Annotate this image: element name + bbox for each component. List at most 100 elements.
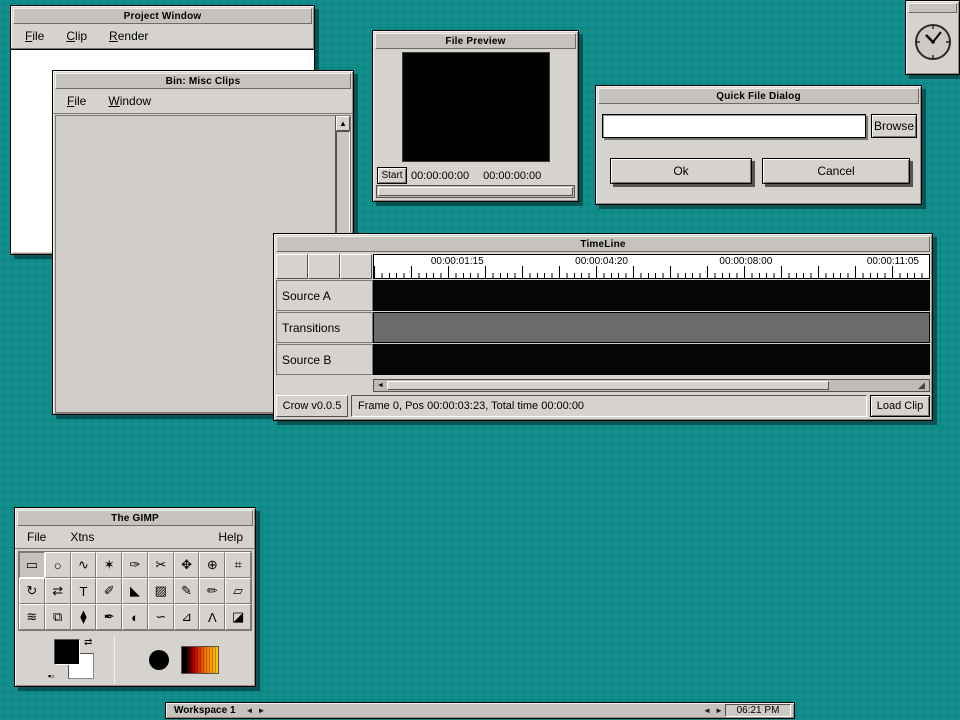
project-window-title: Project Window [124, 11, 202, 22]
transform-tool-icon[interactable]: ↻ [19, 578, 45, 604]
ok-button[interactable]: Ok [610, 158, 752, 184]
clock-next-icon[interactable]: ► [713, 706, 725, 715]
bin-window-titlebar[interactable]: Bin: Misc Clips [55, 73, 351, 89]
file-preview-window: File Preview Start 00:00:00:00 00:00:00:… [372, 30, 579, 202]
start-button[interactable]: Start [377, 167, 407, 184]
zoom-tool-icon[interactable]: ⊕ [199, 552, 225, 578]
measure-tool-icon[interactable]: ⊿ [174, 604, 200, 630]
bin-window-title: Bin: Misc Clips [166, 76, 241, 87]
preview-out-time: 00:00:00:00 [483, 170, 541, 182]
file-preview-title: File Preview [445, 36, 505, 47]
preview-seek-scrollbar[interactable] [376, 185, 575, 198]
clock-window [905, 0, 960, 75]
analog-clock-icon [906, 13, 959, 71]
timeline-scroll-row: ◄ ◢ [276, 379, 930, 392]
browse-button[interactable]: Browse [871, 114, 917, 138]
dodge-burn-tool-icon[interactable]: ◐ [122, 604, 148, 630]
workspace-prev-icon[interactable]: ◄ [244, 706, 256, 715]
project-menu-file[interactable]: File [25, 29, 44, 43]
quick-file-dialog-title: Quick File Dialog [716, 91, 801, 102]
timeline-title: TimeLine [580, 239, 625, 250]
active-gradient-swatch[interactable] [181, 646, 219, 674]
color-swatch-area: ⇄ ▪▫ [18, 635, 114, 685]
clock-prev-icon[interactable]: ◄ [701, 706, 713, 715]
track-row-transitions: Transitions [276, 312, 930, 343]
default-colors-icon[interactable]: ▪▫ [48, 671, 54, 681]
gimp-window: The GIMP File Xtns Help ▭ ○ ∿ ✶ ✑ ✂ ✥ ⊕ … [14, 507, 256, 687]
preview-seek-thumb[interactable] [378, 187, 573, 196]
text-tool-icon[interactable]: T [71, 578, 97, 604]
gradient-tool-icon[interactable]: ▨ [148, 578, 174, 604]
swap-colors-icon[interactable]: ⇄ [84, 637, 92, 648]
timeline-header-cell[interactable] [276, 254, 308, 279]
timeline-status-bar: Crow v0.0.5 Frame 0, Pos 00:00:03:23, To… [276, 395, 930, 417]
active-brush-icon[interactable] [149, 650, 169, 670]
gimp-toolbox: ▭ ○ ∿ ✶ ✑ ✂ ✥ ⊕ ⌗ ↻ ⇄ T ✐ ◣ ▨ ✎ ✏ ▱ ≋ ⧉ … [18, 551, 252, 631]
paintbrush-tool-icon[interactable]: ✏ [199, 578, 225, 604]
path-tool-icon[interactable]: Λ [199, 604, 225, 630]
project-window-titlebar[interactable]: Project Window [13, 8, 312, 24]
project-menu-render[interactable]: Render [109, 29, 148, 43]
taskbar: Workspace 1 ◄ ► ◄ ► 06:21 PM [165, 702, 795, 719]
scissors-tool-icon[interactable]: ✂ [148, 552, 174, 578]
quick-file-dialog-titlebar[interactable]: Quick File Dialog [598, 88, 919, 104]
bin-menu-file[interactable]: File [67, 94, 86, 108]
flip-tool-icon[interactable]: ⇄ [45, 578, 71, 604]
taskbar-clock: 06:21 PM [725, 704, 791, 717]
smudge-tool-icon[interactable]: ∽ [148, 604, 174, 630]
workspace-label: Workspace 1 [166, 705, 244, 716]
brush-select-tool-icon[interactable]: ◪ [225, 604, 251, 630]
gimp-menu-xtns[interactable]: Xtns [70, 530, 94, 544]
desktop: Project Window File Clip Render Bin: Mis… [0, 0, 960, 720]
project-menu-clip[interactable]: Clip [66, 29, 87, 43]
move-tool-icon[interactable]: ✥ [174, 552, 200, 578]
resize-grip-icon[interactable]: ◢ [915, 381, 928, 390]
gimp-titlebar[interactable]: The GIMP [17, 510, 253, 526]
clone-stamp-tool-icon[interactable]: ⧉ [45, 604, 71, 630]
bin-window-menubar: File Window [53, 89, 353, 114]
timeline-header-cell[interactable] [340, 254, 372, 279]
track-row-source-b: Source B [276, 344, 930, 375]
free-select-tool-icon[interactable]: ∿ [71, 552, 97, 578]
timeline-scroll-spacer [276, 379, 373, 392]
airbrush-tool-icon[interactable]: ≋ [19, 604, 45, 630]
track-source-a[interactable] [373, 280, 930, 311]
ellipse-select-tool-icon[interactable]: ○ [45, 552, 71, 578]
bucket-fill-tool-icon[interactable]: ◣ [122, 578, 148, 604]
cancel-button[interactable]: Cancel [762, 158, 910, 184]
ruler-tick-label: 00:00:01:15 [431, 256, 484, 267]
gimp-bottom-panel: ⇄ ▪▫ [18, 633, 252, 687]
filename-input[interactable] [602, 114, 866, 138]
timeline-ruler[interactable]: 00:00:01:15 00:00:04:20 00:00:08:00 00:0… [373, 254, 930, 279]
preview-in-time: 00:00:00:00 [411, 170, 469, 182]
gimp-menu-file[interactable]: File [27, 530, 46, 544]
track-transitions[interactable] [373, 312, 930, 343]
gimp-menu-help[interactable]: Help [218, 530, 243, 544]
eraser-tool-icon[interactable]: ▱ [225, 578, 251, 604]
workspace-next-icon[interactable]: ► [256, 706, 268, 715]
scroll-up-icon[interactable]: ▲ [336, 116, 350, 131]
pencil-tool-icon[interactable]: ✎ [174, 578, 200, 604]
timeline-window: TimeLine 00:00:01:15 00:00:04:20 00:00:0… [273, 233, 933, 421]
track-source-b[interactable] [373, 344, 930, 375]
file-preview-titlebar[interactable]: File Preview [375, 33, 576, 49]
crop-tool-icon[interactable]: ⌗ [225, 552, 251, 578]
fuzzy-select-tool-icon[interactable]: ✶ [96, 552, 122, 578]
timeline-horizontal-scrollbar[interactable]: ◄ ◢ [373, 379, 930, 392]
rect-select-tool-icon[interactable]: ▭ [19, 552, 45, 578]
timeline-header-row: 00:00:01:15 00:00:04:20 00:00:08:00 00:0… [276, 254, 930, 279]
color-picker-tool-icon[interactable]: ✐ [96, 578, 122, 604]
timeline-scrollbar-thumb[interactable] [387, 381, 829, 390]
foreground-color-swatch[interactable] [54, 639, 80, 665]
timeline-titlebar[interactable]: TimeLine [276, 236, 930, 252]
app-version-badge: Crow v0.0.5 [276, 395, 348, 417]
convolve-tool-icon[interactable]: ⧫ [71, 604, 97, 630]
load-clip-button[interactable]: Load Clip [870, 395, 930, 417]
scroll-left-icon[interactable]: ◄ [375, 381, 386, 390]
gimp-menubar: File Xtns Help [15, 526, 255, 549]
clock-window-titlebar[interactable] [908, 3, 957, 13]
ink-tool-icon[interactable]: ✒ [96, 604, 122, 630]
bezier-select-tool-icon[interactable]: ✑ [122, 552, 148, 578]
bin-menu-window[interactable]: Window [108, 94, 151, 108]
timeline-header-cell[interactable] [308, 254, 340, 279]
